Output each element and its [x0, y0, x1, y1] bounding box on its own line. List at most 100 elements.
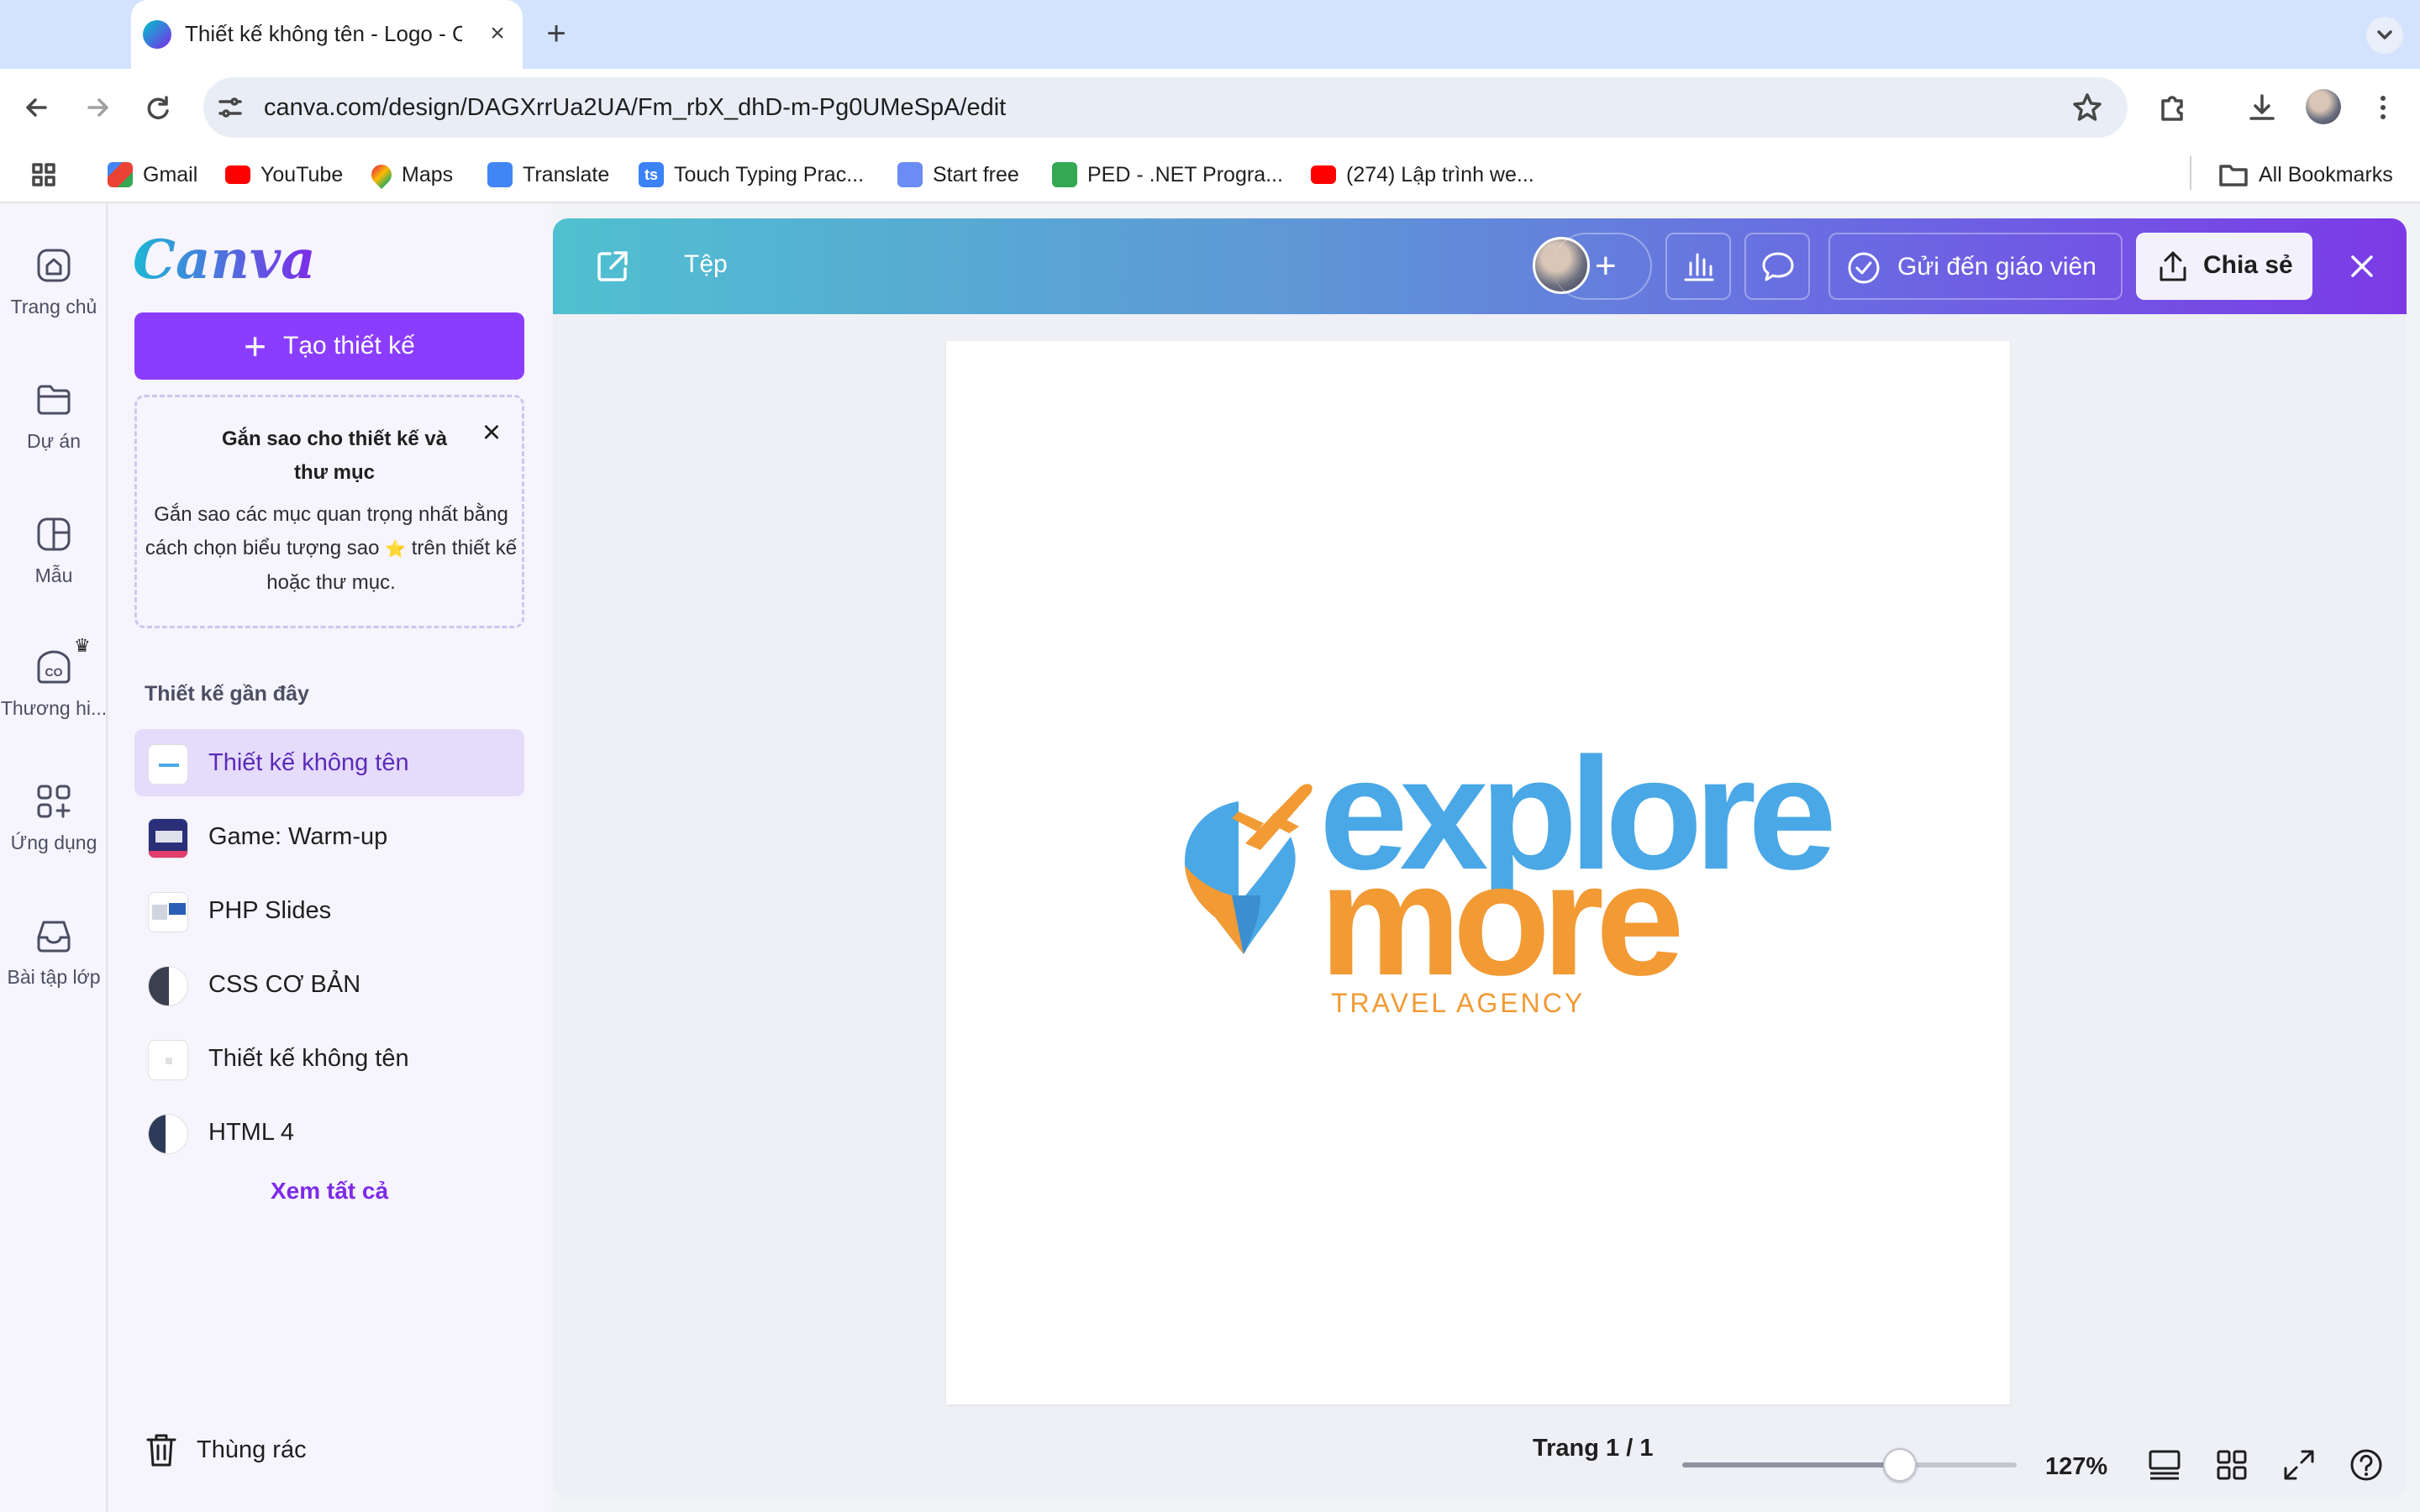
bookmark-touch-typing[interactable]: ts Touch Typing Prac...	[639, 158, 864, 192]
zoom-slider-track[interactable]	[1682, 1462, 2017, 1467]
bookmarks-divider	[2190, 156, 2191, 190]
ts-icon: ts	[639, 162, 664, 187]
check-circle-icon	[1848, 252, 1880, 284]
open-external-icon[interactable]	[593, 247, 632, 286]
trash-icon	[146, 1434, 176, 1467]
tab-close-icon[interactable]: ×	[481, 17, 514, 50]
share-button[interactable]: Chia sẻ	[2136, 233, 2312, 300]
logo-tagline: TRAVEL AGENCY	[1331, 988, 1586, 1018]
zoom-slider-thumb[interactable]	[1883, 1448, 1917, 1482]
url-text: canva.com/design/DAGXrrUa2UA/Fm_rbX_dhD-…	[264, 94, 1007, 121]
recent-design-item[interactable]: CSS CƠ BẢN	[134, 951, 524, 1018]
brand-icon: CO	[37, 650, 71, 684]
recent-design-item[interactable]: Game: Warm-up	[134, 803, 524, 870]
home-icon	[37, 249, 71, 282]
star-tip-card: Gắn sao cho thiết kế và thư mục × Gắn sa…	[134, 395, 524, 628]
sheets-icon	[1052, 162, 1077, 187]
canva-favicon-icon	[143, 20, 171, 49]
maps-pin-icon	[367, 160, 396, 189]
rail-item-templates[interactable]: Mẫu	[0, 512, 108, 587]
crown-icon: ♛	[74, 635, 91, 656]
design-thumbnail	[148, 892, 188, 932]
file-menu[interactable]: Tệp	[684, 250, 728, 279]
more-menu-icon[interactable]	[2365, 89, 2402, 126]
rail-item-home[interactable]: Trang chủ	[0, 244, 108, 318]
close-icon[interactable]	[2343, 247, 2381, 286]
design-thumbnail	[148, 744, 188, 785]
see-all-link[interactable]: Xem tất cả	[134, 1178, 524, 1205]
apps-grid-icon[interactable]	[29, 160, 59, 190]
create-design-button[interactable]: + Tạo thiết kế	[134, 312, 524, 380]
plus-icon: +	[244, 324, 267, 368]
insights-button[interactable]	[1665, 233, 1731, 300]
add-collaborator-button[interactable]: +	[1553, 233, 1652, 300]
youtube-icon	[225, 165, 250, 184]
tab-search-button[interactable]	[2366, 17, 2403, 54]
svg-text:CO: CO	[45, 665, 63, 679]
bookmark-star-icon[interactable]	[2069, 89, 2106, 126]
comments-button[interactable]	[1744, 233, 1810, 300]
download-icon[interactable]	[2244, 89, 2281, 126]
bookmark-maps[interactable]: Maps	[367, 158, 453, 192]
design-thumbnail	[148, 1040, 188, 1080]
bookmark-translate[interactable]: Translate	[487, 158, 609, 192]
design-thumbnail	[148, 966, 188, 1006]
tip-close-icon[interactable]: ×	[475, 416, 508, 449]
translate-icon	[487, 162, 513, 187]
extensions-icon[interactable]	[2154, 89, 2191, 126]
new-tab-button[interactable]: +	[538, 15, 575, 52]
tab-title: Thiết kế không tên - Logo - C	[185, 21, 462, 46]
recent-design-item[interactable]: PHP Slides	[134, 877, 524, 944]
site-info-icon[interactable]	[215, 92, 245, 123]
notes-layout-icon[interactable]	[2144, 1445, 2185, 1485]
recent-design-item[interactable]: Thiết kế không tên	[134, 1025, 524, 1092]
canva-logo[interactable]: Canva	[133, 228, 316, 291]
bookmark-youtube-channel[interactable]: (274) Lập trình we...	[1311, 158, 1534, 192]
reload-icon[interactable]	[138, 87, 178, 128]
design-canvas[interactable]: explore more TRAVEL AGENCY	[946, 341, 2010, 1404]
plus-icon: +	[1595, 245, 1617, 286]
profile-avatar[interactable]	[2306, 89, 2341, 124]
inbox-icon	[37, 921, 71, 953]
bookmark-ped-net[interactable]: PED - .NET Progra...	[1052, 158, 1283, 192]
star-emoji-icon: ⭐	[385, 540, 407, 559]
plane-pin-logo-icon	[1184, 784, 1313, 954]
send-to-teacher-button[interactable]: Gửi đến giáo viên	[1828, 233, 2123, 300]
recent-designs-heading: Thiết kế gần đây	[145, 682, 309, 706]
design-thumbnail	[148, 1114, 188, 1154]
apps-icon	[37, 785, 71, 818]
rail-item-class-assignments[interactable]: Bài tập lớp	[0, 914, 108, 989]
rail-item-apps[interactable]: Ứng dụng	[0, 780, 108, 854]
bar-chart-icon	[1684, 253, 1714, 281]
bookmark-gmail[interactable]: Gmail	[108, 158, 197, 192]
template-icon	[37, 517, 71, 551]
page-indicator: Trang 1 / 1	[1533, 1435, 1654, 1462]
trash-button[interactable]: Thùng rác	[145, 1431, 307, 1468]
bookmark-youtube[interactable]: YouTube	[225, 158, 343, 192]
all-bookmarks[interactable]: All Bookmarks	[2218, 158, 2393, 192]
youtube-icon	[1311, 165, 1336, 184]
editor-area: Tệp + Gửi đến giáo viên Chia sẻ explore …	[553, 218, 2407, 1499]
bookmark-start-free[interactable]: Start free	[897, 158, 1019, 192]
recent-design-item[interactable]: Thiết kế không tên	[134, 729, 524, 796]
folder-icon	[37, 385, 71, 415]
zoom-level[interactable]: 127%	[2045, 1453, 2107, 1481]
comment-icon	[1762, 252, 1794, 281]
back-icon[interactable]	[17, 87, 57, 128]
gift-icon	[897, 162, 923, 187]
forward-icon[interactable]	[77, 87, 118, 128]
gmail-icon	[108, 162, 133, 187]
folder-icon	[2219, 165, 2248, 186]
fullscreen-icon[interactable]	[2279, 1445, 2319, 1485]
upload-icon	[2160, 251, 2186, 281]
editor-header	[553, 218, 2407, 314]
recent-design-item[interactable]: HTML 4	[134, 1099, 524, 1166]
design-thumbnail	[148, 818, 188, 858]
help-icon[interactable]	[2346, 1445, 2386, 1485]
zoom-slider-fill	[1682, 1462, 1900, 1467]
tip-title: Gắn sao cho thiết kế và thư mục	[221, 428, 448, 484]
tip-body: Gắn sao các mục quan trọng nhất bằng các…	[145, 503, 518, 594]
grid-view-icon[interactable]	[2212, 1445, 2252, 1485]
rail-item-brand[interactable]: CO Thương hi...	[0, 645, 108, 720]
rail-item-projects[interactable]: Dự án	[0, 378, 108, 453]
